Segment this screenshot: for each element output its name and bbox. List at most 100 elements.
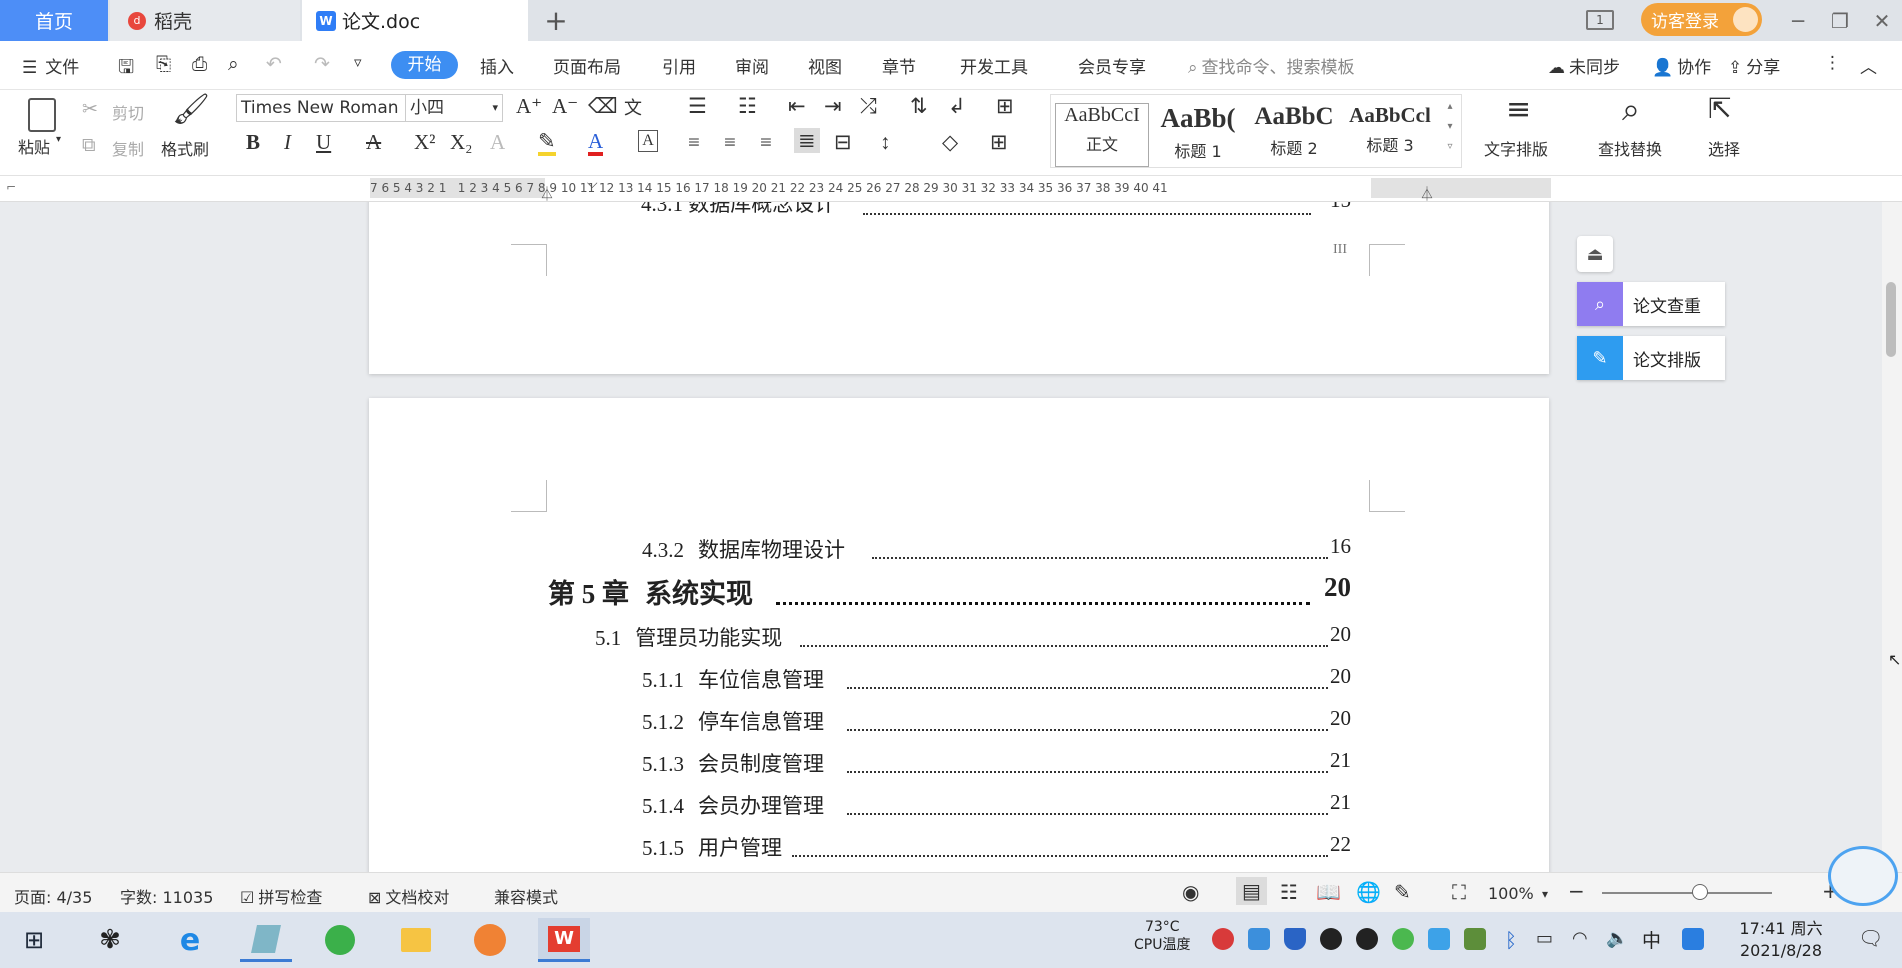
style-heading1[interactable]: AaBb(标题 1 xyxy=(1151,103,1245,167)
taskbar-app-1[interactable]: ✾ xyxy=(84,918,136,962)
align-center-icon[interactable]: ≡ xyxy=(724,130,736,155)
taskbar-browser[interactable] xyxy=(314,918,366,962)
ruler[interactable]: ⌐ 7 6 5 4 3 2 1 1 2 3 4 5 6 7 8 9 10 11 … xyxy=(0,176,1902,204)
style-normal[interactable]: AaBbCcI 正文 xyxy=(1055,103,1149,167)
bullet-list-icon[interactable]: ☰ xyxy=(688,94,707,119)
right-indent-icon[interactable]: ⏃ xyxy=(1420,184,1434,204)
cpu-temp-widget[interactable]: 73°C CPU温度 xyxy=(1134,918,1190,954)
taskbar-explorer[interactable] xyxy=(390,918,442,962)
web-view-icon[interactable]: 🌐 xyxy=(1356,880,1381,904)
first-line-indent-icon[interactable]: ⌵ xyxy=(587,176,598,192)
quick-access-dropdown-icon[interactable]: ▿ xyxy=(354,53,362,71)
tab-stops-icon[interactable]: ⊞ xyxy=(996,94,1014,119)
line-spacing-icon[interactable]: ↕ xyxy=(880,130,891,155)
collaborate-button[interactable]: 👤 协作 xyxy=(1652,53,1711,78)
clock[interactable]: 17:41 周六 2021/8/28 xyxy=(1726,918,1836,962)
outline-view-icon[interactable]: ☷ xyxy=(1280,880,1298,904)
shading-icon[interactable]: ◇ xyxy=(942,130,958,155)
toc-entry[interactable]: 5.1.1 车位信息管理 20 xyxy=(642,664,1351,692)
new-tab-button[interactable]: + xyxy=(536,0,576,41)
clear-format-icon[interactable]: ⌫ xyxy=(588,94,618,119)
eye-protection-icon[interactable]: ◉ xyxy=(1182,880,1199,904)
grow-font-icon[interactable]: A⁺ xyxy=(516,94,542,119)
tray-app-icon[interactable] xyxy=(1392,928,1414,950)
align-right-icon[interactable]: ≡ xyxy=(760,130,772,155)
taskbar-wps[interactable]: W xyxy=(538,918,590,962)
tab-references[interactable]: 引用 xyxy=(662,53,696,78)
tab-start[interactable]: 开始 xyxy=(391,51,458,79)
collapse-panel-button[interactable]: ⏏ xyxy=(1577,236,1613,272)
thesis-format-button[interactable]: ✎ 论文排版 xyxy=(1577,336,1725,380)
page-view-icon[interactable]: 1 xyxy=(1586,10,1614,30)
start-button[interactable]: ⊞ xyxy=(8,918,60,962)
tab-section[interactable]: 章节 xyxy=(882,53,916,78)
taskbar-ie[interactable]: e xyxy=(164,918,216,962)
export-icon[interactable]: ⎘ xyxy=(156,53,171,75)
style-heading3[interactable]: AaBbCcl 标题 3 xyxy=(1343,103,1437,167)
zoom-out-icon[interactable]: − xyxy=(1568,879,1585,903)
toc-entry[interactable]: 5.1.3 会员制度管理 21 xyxy=(642,748,1351,776)
shield-icon[interactable] xyxy=(1284,928,1306,950)
qq-icon[interactable] xyxy=(1320,928,1342,950)
taskbar-app-3[interactable] xyxy=(464,918,516,962)
tab-page-layout[interactable]: 页面布局 xyxy=(553,53,621,78)
tray-app-icon[interactable] xyxy=(1682,928,1704,950)
toc-entry[interactable]: 5.1.4 会员办理管理 21 xyxy=(642,790,1351,818)
collapse-ribbon-icon[interactable]: ︿ xyxy=(1860,53,1877,78)
zoom-slider-thumb[interactable] xyxy=(1692,884,1708,900)
scrollbar-thumb[interactable] xyxy=(1886,282,1896,357)
justify-icon[interactable]: ≣ xyxy=(794,128,820,153)
decrease-indent-icon[interactable]: ⇤ xyxy=(788,94,806,119)
reading-view-icon[interactable]: 📖 xyxy=(1316,880,1341,904)
tray-app-icon[interactable] xyxy=(1428,928,1450,950)
highlight-icon[interactable]: ✎ xyxy=(538,130,556,156)
style-scroll[interactable]: ▴ ▾ ▿ xyxy=(1441,97,1459,157)
underline-icon[interactable]: U xyxy=(316,130,331,155)
superscript-icon[interactable]: X² xyxy=(414,130,435,155)
toc-chapter[interactable]: 第 5 章系统实现 20 xyxy=(548,572,1351,608)
strikethrough-icon[interactable]: A xyxy=(366,130,381,155)
numbered-list-icon[interactable]: ☷ xyxy=(738,94,757,119)
spell-check-button[interactable]: ☑ 拼写检查 xyxy=(240,884,322,908)
font-size-select[interactable]: 小四 ▾ xyxy=(405,94,503,122)
write-mode-icon[interactable]: ✎ xyxy=(1394,880,1411,904)
word-count[interactable]: 字数: 11035 xyxy=(120,884,213,908)
tab-review[interactable]: 审阅 xyxy=(735,53,769,78)
page-view-icon[interactable]: ▤ xyxy=(1236,877,1267,905)
notification-icon[interactable]: 🗨 xyxy=(1858,926,1883,950)
chevron-down-icon[interactable]: ▾ xyxy=(1542,887,1548,901)
font-name-select[interactable]: Times New Roman xyxy=(236,94,406,122)
print-icon[interactable]: ⎙ xyxy=(192,53,207,75)
assistant-avatar[interactable] xyxy=(1828,846,1898,906)
fit-page-icon[interactable]: ⛶ xyxy=(1452,880,1466,904)
taskbar-app-2[interactable] xyxy=(240,918,292,962)
zoom-level[interactable]: 100% xyxy=(1488,884,1534,903)
bold-icon[interactable]: B xyxy=(246,130,260,155)
qq-icon[interactable] xyxy=(1356,928,1378,950)
save-icon[interactable]: 🖫 xyxy=(118,53,134,85)
share-button[interactable]: ⇪ 分享 xyxy=(1728,53,1780,78)
volume-icon[interactable]: 🔈 xyxy=(1606,928,1628,950)
toc-entry[interactable]: 5.1 管理员功能实现 20 xyxy=(595,622,1351,650)
close-button[interactable]: ✕ xyxy=(1862,0,1902,41)
tray-app-icon[interactable] xyxy=(1248,928,1270,950)
nvidia-icon[interactable] xyxy=(1464,928,1486,950)
tab-home[interactable]: 首页 xyxy=(0,0,108,41)
tab-document[interactable]: W 论文.doc xyxy=(302,0,528,41)
guest-login-button[interactable]: 访客登录 xyxy=(1641,3,1762,36)
font-color-icon[interactable]: A xyxy=(588,130,604,156)
toc-entry[interactable]: 5.1.2 停车信息管理 20 xyxy=(642,706,1351,734)
line-wrap-icon[interactable]: ↲ xyxy=(948,94,966,119)
zoom-slider[interactable] xyxy=(1602,892,1772,894)
increase-indent-icon[interactable]: ⇥ xyxy=(824,94,842,119)
shrink-font-icon[interactable]: A⁻ xyxy=(552,94,578,119)
more-icon[interactable]: ⋮ xyxy=(1824,53,1841,73)
command-search[interactable]: ⌕ 查找命令、搜索模板 xyxy=(1188,53,1355,78)
page-indicator[interactable]: 页面: 4/35 xyxy=(14,884,92,908)
thesis-check-button[interactable]: ⌕ 论文查重 xyxy=(1577,282,1725,326)
file-menu[interactable]: ☰ 文件 xyxy=(22,53,79,78)
distribute-icon[interactable]: ⊟ xyxy=(834,130,852,155)
tab-member[interactable]: 会员专享 xyxy=(1078,53,1146,78)
wifi-icon[interactable]: ◠ xyxy=(1572,928,1594,950)
battery-icon[interactable]: ▭ xyxy=(1536,928,1558,950)
